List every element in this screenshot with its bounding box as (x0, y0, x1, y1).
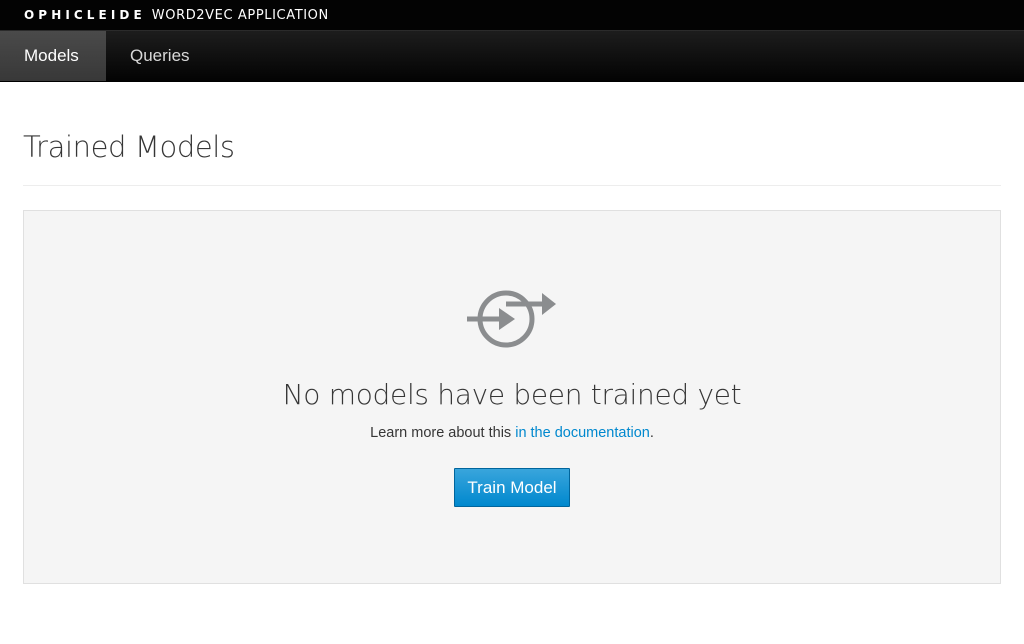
page-title: Trained Models (23, 130, 235, 164)
empty-state-text-prefix: Learn more about this (370, 425, 516, 441)
masthead: OPHICLEIDE WORD2VEC APPLICATION (0, 0, 1024, 31)
primary-nav: Models Queries (0, 31, 1024, 82)
brand-subtitle: WORD2VEC APPLICATION (151, 7, 329, 23)
documentation-link[interactable]: in the documentation (515, 425, 650, 441)
empty-state-title: No models have been trained yet (282, 378, 742, 411)
empty-state-text-suffix: . (649, 425, 654, 441)
brand-name: OPHICLEIDE (24, 8, 146, 22)
nav-item-models[interactable]: Models (0, 31, 106, 81)
empty-state-text: Learn more about this in the documentati… (370, 425, 654, 441)
empty-state-panel: No models have been trained yet Learn mo… (23, 210, 1001, 584)
exchange-icon (467, 290, 556, 348)
main-content: Trained Models No models have been train… (0, 82, 1024, 584)
page-header: Trained Models (23, 82, 1001, 186)
nav-item-queries[interactable]: Queries (106, 31, 214, 81)
train-model-button[interactable]: Train Model (454, 468, 570, 507)
